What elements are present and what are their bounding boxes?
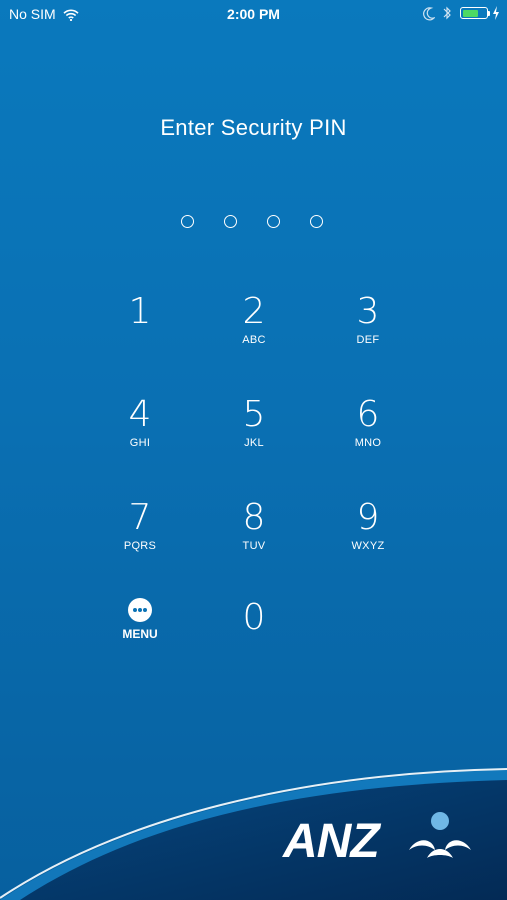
key-digit: 3 — [356, 291, 380, 332]
battery-fill — [462, 9, 478, 17]
key-5[interactable]: 5 JKL — [204, 395, 304, 475]
key-digit: 5 — [242, 394, 266, 435]
key-7[interactable]: 7 PQRS — [90, 498, 190, 578]
key-letters: JKL — [244, 437, 264, 449]
key-digit: 8 — [242, 497, 266, 538]
pin-dot — [310, 215, 323, 228]
battery-nub — [488, 11, 490, 16]
logo-text: ANZ — [283, 815, 380, 868]
key-letters: MNO — [354, 437, 382, 449]
key-digit: 7 — [128, 497, 152, 538]
pin-dot — [224, 215, 237, 228]
key-letters: PQRS — [123, 540, 157, 552]
key-6[interactable]: 6 MNO — [318, 395, 418, 475]
key-digit: 4 — [128, 394, 152, 435]
key-3[interactable]: 3 DEF — [318, 292, 418, 372]
key-digit: 1 — [128, 291, 152, 332]
moon-icon — [423, 6, 437, 25]
anz-people-icon — [409, 812, 471, 858]
key-letters: GHI — [129, 437, 151, 449]
key-letters: TUV — [242, 540, 266, 552]
menu-label: MENU — [122, 627, 158, 641]
anz-logo: ANZ — [283, 812, 475, 874]
charging-bolt-icon — [492, 5, 500, 25]
key-digit: 9 — [356, 497, 380, 538]
ellipsis-icon — [128, 598, 152, 622]
key-4[interactable]: 4 GHI — [90, 395, 190, 475]
key-1[interactable]: 1 — [90, 292, 190, 372]
footer-banner: ANZ — [0, 760, 507, 900]
status-bar: No SIM 2:00 PM — [0, 0, 507, 28]
key-digit: 2 — [242, 291, 266, 332]
key-letters: DEF — [356, 334, 380, 346]
page-title: Enter Security PIN — [160, 115, 347, 140]
pin-dot — [267, 215, 280, 228]
menu-button[interactable]: MENU — [100, 598, 180, 648]
bluetooth-icon — [442, 5, 452, 25]
key-8[interactable]: 8 TUV — [204, 498, 304, 578]
key-0[interactable]: 0 — [204, 598, 304, 678]
pin-dot — [181, 215, 194, 228]
key-letters: WXYZ — [351, 540, 385, 552]
battery-icon — [460, 7, 488, 19]
key-digit: 6 — [356, 394, 380, 435]
key-9[interactable]: 9 WXYZ — [318, 498, 418, 578]
key-digit: 0 — [242, 597, 266, 638]
key-letters: ABC — [242, 334, 266, 346]
key-2[interactable]: 2 ABC — [204, 292, 304, 372]
